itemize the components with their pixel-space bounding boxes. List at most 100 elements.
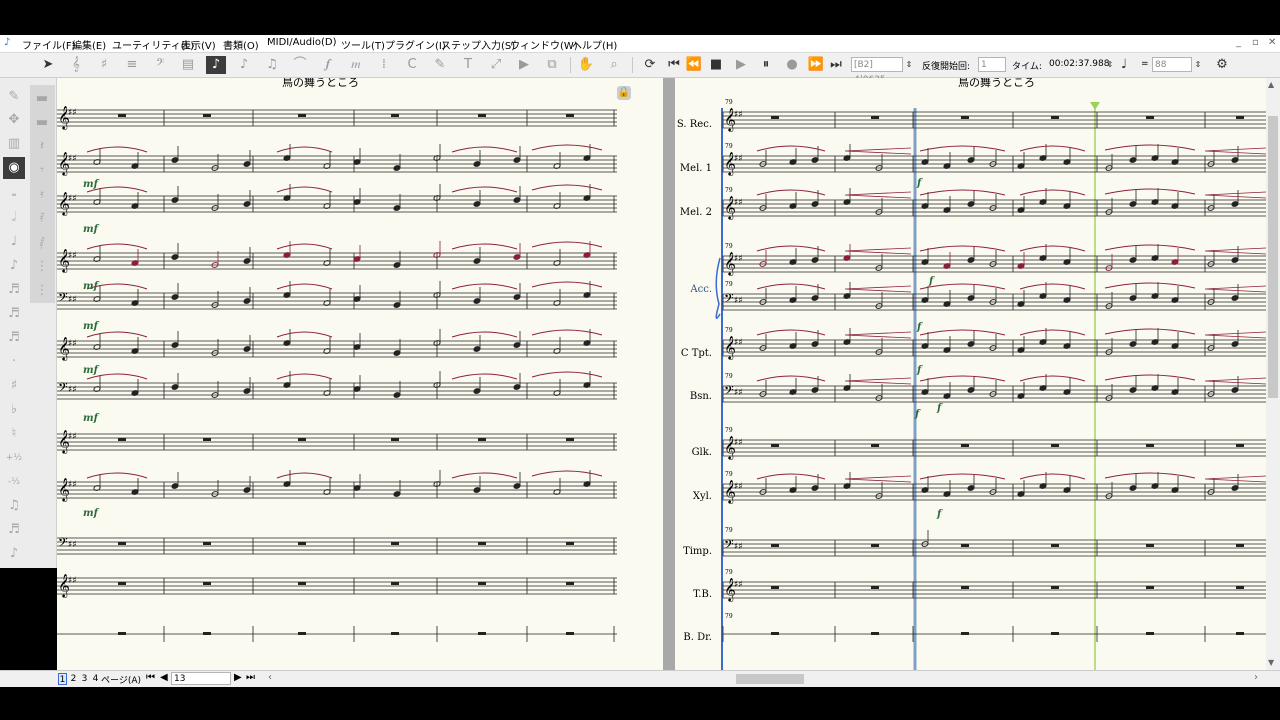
- quarter-rest-icon[interactable]: 𝄽: [31, 136, 53, 158]
- clef-tool-icon[interactable]: 𝄢: [150, 56, 170, 74]
- menu-tools[interactable]: ツール(T): [341, 37, 385, 52]
- scroll-right-icon[interactable]: ›: [1254, 672, 1258, 683]
- minimize-icon[interactable]: _: [1236, 37, 1241, 48]
- menu-help[interactable]: ヘルプ(H): [572, 37, 617, 52]
- menu-edit[interactable]: 編集(E): [72, 37, 106, 52]
- sixty-fourth-rest-icon[interactable]: 𝅁: [31, 232, 53, 254]
- zoom-icon[interactable]: ⌕: [604, 56, 624, 74]
- prev-page-icon[interactable]: ◀: [160, 672, 168, 683]
- grace-note-icon[interactable]: ♪: [3, 543, 25, 565]
- tempo-field[interactable]: 88: [1152, 57, 1192, 72]
- dot-icon[interactable]: ·: [3, 351, 25, 373]
- menu-file[interactable]: ファイル(F): [22, 37, 76, 52]
- double-bar-icon[interactable]: ▥: [3, 133, 25, 155]
- graphics-tool-icon[interactable]: ⤢: [486, 56, 506, 74]
- app-icon[interactable]: ♪: [4, 37, 10, 48]
- menu-document[interactable]: 書類(O): [223, 37, 259, 52]
- multi-rest-icon[interactable]: ⋮: [31, 256, 53, 278]
- vertical-scrollbar[interactable]: ▲ ▼: [1266, 78, 1280, 670]
- staff-tool-icon[interactable]: 𝄞: [66, 56, 86, 74]
- lyrics-tool-icon[interactable]: ✎: [430, 56, 450, 74]
- whole-note-icon[interactable]: 𝅝: [3, 182, 25, 204]
- settings-gear-icon[interactable]: ⚙: [1212, 56, 1232, 74]
- first-page-icon[interactable]: ⏮: [146, 672, 155, 683]
- time-spin-icon[interactable]: ⇕: [1104, 56, 1116, 74]
- measure-counter-field[interactable]: [B2] 4|0635: [851, 57, 903, 85]
- tuplet-tool-icon[interactable]: ♫: [262, 56, 282, 74]
- flat-icon[interactable]: ♭: [3, 399, 25, 421]
- menu-midi-audio[interactable]: MIDI/Audio(D): [267, 37, 337, 48]
- menu-plugins[interactable]: プラグイン(I): [385, 37, 446, 52]
- half-note-icon[interactable]: 𝅗𝅥: [3, 207, 25, 229]
- eighth-rest-icon[interactable]: 𝄾: [31, 160, 53, 182]
- chord-tool-icon[interactable]: C: [402, 56, 422, 74]
- scroll-up-icon[interactable]: ▲: [1268, 80, 1274, 89]
- rewind-icon[interactable]: ⏪: [684, 56, 704, 74]
- text-tool-icon[interactable]: T: [458, 56, 478, 74]
- horizontal-scroll-thumb[interactable]: [736, 674, 804, 684]
- natural-icon[interactable]: ♮: [3, 423, 25, 445]
- close-icon[interactable]: ✕: [1268, 37, 1276, 48]
- sixteenth-note-icon[interactable]: ♬: [3, 279, 25, 301]
- scroll-left-icon[interactable]: ‹: [268, 672, 272, 683]
- thirty-second-note-icon[interactable]: ♬: [3, 303, 25, 325]
- mirror-tool-icon[interactable]: ⧉: [542, 56, 562, 74]
- rest-extra-icon[interactable]: ⋮: [31, 280, 53, 302]
- hand-grabber-icon[interactable]: ✋: [576, 56, 596, 74]
- half-rest-icon[interactable]: ▬: [31, 112, 53, 134]
- record-icon[interactable]: ●: [782, 56, 802, 74]
- pane-divider[interactable]: [663, 78, 675, 670]
- repeat-tool-icon[interactable]: ⁞: [374, 56, 394, 74]
- eye-icon[interactable]: ◉: [3, 157, 25, 179]
- score-pane-right[interactable]: 79 𝄞 ♯♯ 79 𝄞 ♯♯ 79 𝄞 ♯♯ 79 𝄞 ♯♯ 79 𝄢 ♯♯ 79 𝄞 ♯♯ 79 𝄢 ♯♯ 79 𝄞 ♯♯…: [675, 78, 1266, 670]
- quarter-note-icon[interactable]: ♩: [3, 231, 25, 253]
- rewind-start-icon[interactable]: ⏮: [664, 56, 684, 74]
- simple-entry-tool-icon[interactable]: ♪: [206, 56, 226, 74]
- half-step-down-icon[interactable]: -½: [3, 471, 25, 493]
- pause-icon[interactable]: ⏸: [756, 56, 776, 74]
- lock-icon[interactable]: 🔒: [617, 86, 631, 100]
- page-tab-1[interactable]: 1: [58, 673, 67, 685]
- menu-step-input[interactable]: ステップ入力(S): [441, 37, 515, 52]
- speedy-entry-tool-icon[interactable]: ♪: [234, 56, 254, 74]
- smart-shape-tool-icon[interactable]: ⌒: [290, 56, 310, 74]
- last-page-icon[interactable]: ⏭: [246, 672, 255, 683]
- selection-tool-icon[interactable]: ➤: [38, 56, 58, 74]
- menu-view[interactable]: 表示(V): [181, 37, 216, 52]
- sharp-icon[interactable]: ♯: [3, 375, 25, 397]
- half-step-up-icon[interactable]: +½: [3, 447, 25, 469]
- expression-tool-icon[interactable]: 𝆐: [346, 56, 366, 74]
- page-tab-3[interactable]: 3: [80, 673, 89, 685]
- sixty-fourth-note-icon[interactable]: ♬: [3, 327, 25, 349]
- eighth-note-icon[interactable]: ♪: [3, 255, 25, 277]
- repeat-start-select[interactable]: 1: [978, 57, 1006, 72]
- tie-icon[interactable]: ♫: [3, 495, 25, 517]
- measure-tool-icon[interactable]: ▤: [178, 56, 198, 74]
- tempo-spin-icon[interactable]: ⇕: [1192, 56, 1204, 74]
- score-pane-left[interactable]: 𝄞 ♯♯ 𝄞 ♯♯ 𝄞 ♯♯ 𝄞 ♯♯ 𝄢 ♯♯ 𝄞 ♯♯ 𝄢 ♯♯ 𝄞 ♯♯ 𝄞 ♯♯ 𝄢 ♯♯ 𝄞 ♯♯ mf mf mf m…: [57, 78, 663, 670]
- fast-forward-icon[interactable]: ⏩: [806, 56, 826, 74]
- vertical-scroll-thumb[interactable]: [1268, 116, 1278, 398]
- menu-window[interactable]: ウィンドウ(W): [510, 37, 578, 52]
- articulation-tool-icon[interactable]: 𝆑: [318, 56, 338, 74]
- playback-tool-icon[interactable]: ▶: [514, 56, 534, 74]
- whole-rest-icon[interactable]: ▬: [31, 88, 53, 110]
- restore-icon[interactable]: ▫: [1252, 37, 1259, 48]
- key-signature-tool-icon[interactable]: ♯: [94, 56, 114, 74]
- counter-spin-icon[interactable]: ⇕: [903, 56, 915, 74]
- thirty-second-rest-icon[interactable]: 𝅀: [31, 208, 53, 230]
- page-tab-2[interactable]: 2: [69, 673, 78, 685]
- next-page-icon[interactable]: ▶: [234, 672, 242, 683]
- eraser-icon[interactable]: ✎: [3, 86, 25, 108]
- page-tab-4[interactable]: 4: [91, 673, 100, 685]
- tuplet-icon[interactable]: ♬: [3, 519, 25, 541]
- play-icon[interactable]: ▶: [731, 56, 751, 74]
- forward-end-icon[interactable]: ⏭: [826, 56, 846, 74]
- move-icon[interactable]: ✥: [3, 109, 25, 131]
- page-number-input[interactable]: 13: [171, 672, 231, 685]
- stop-icon[interactable]: ■: [706, 56, 726, 74]
- sixteenth-rest-icon[interactable]: 𝄿: [31, 184, 53, 206]
- time-signature-tool-icon[interactable]: ≡: [122, 56, 142, 74]
- scroll-down-icon[interactable]: ▼: [1268, 658, 1274, 667]
- refresh-icon[interactable]: ⟳: [640, 56, 660, 74]
